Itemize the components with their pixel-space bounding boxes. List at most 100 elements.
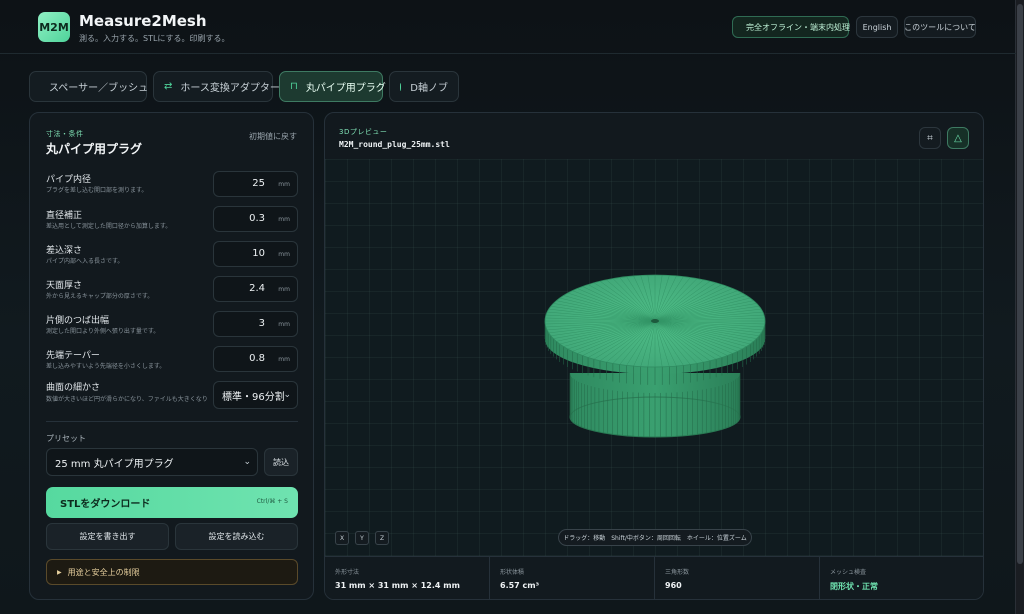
top-thickness-input[interactable]: 2.4 mm: [213, 276, 298, 302]
frame-view-button[interactable]: ⌗: [919, 127, 941, 149]
input-value: 10: [252, 248, 265, 259]
offline-badge: 完全オフライン・端末内処理: [732, 16, 850, 38]
plug-model: [544, 274, 766, 438]
field-help: パイプ内部へ入る長さです。: [46, 258, 124, 265]
tab-d-shaft-knob[interactable]: D軸ノブ: [389, 71, 459, 102]
stat-label: 形状体積: [500, 569, 525, 576]
input-value: 0.8: [249, 353, 265, 364]
tip-taper-input[interactable]: 0.8 mm: [213, 346, 298, 372]
preview-panel: 3Dプレビュー M2M_round_plug_25mm.stl ⌗ △ X Y …: [324, 112, 984, 600]
plug-icon: ⊓: [290, 81, 298, 92]
offline-badge-label: 完全オフライン・端末内処理: [746, 22, 850, 32]
input-unit: mm: [278, 286, 290, 293]
pipe-inner-diameter-input[interactable]: 25 mm: [213, 171, 298, 197]
chevron-down-icon: ⌄: [243, 457, 251, 467]
input-value: 25: [252, 178, 265, 189]
controls-hint: ドラッグ：移動 Shift/中ボタン：周回回転 ホイール：位置ズーム: [558, 529, 752, 546]
safety-notice-toggle[interactable]: ▶ 用途と安全上の制限: [46, 559, 298, 585]
tab-label: スペーサー／ブッシュ: [49, 83, 149, 94]
stat-dimensions: 外形寸法 31 mm × 31 mm × 12.4 mm: [325, 557, 490, 599]
plug-flange: [544, 274, 766, 385]
about-button[interactable]: このツールについて: [904, 16, 976, 38]
preview-eyebrow: 3Dプレビュー: [339, 128, 388, 136]
reset-button[interactable]: 初期値に戻す: [249, 131, 297, 142]
axis-x-button[interactable]: X: [335, 531, 349, 545]
load-preset-button[interactable]: 読込: [264, 448, 298, 476]
axis-y-button[interactable]: Y: [355, 531, 369, 545]
3d-viewport[interactable]: [325, 159, 983, 556]
field-label-top-thickness: 天面厚さ: [46, 281, 83, 291]
insert-depth-input[interactable]: 10 mm: [213, 241, 298, 267]
input-unit: mm: [278, 251, 290, 258]
scrollbar-thumb[interactable]: [1017, 4, 1023, 564]
field-label-tip-taper: 先端テーパー: [46, 351, 100, 361]
preset-label: プリセット: [46, 434, 86, 443]
input-value: 2.4: [249, 283, 265, 294]
field-label-pipe-inner-diameter: パイプ内径: [46, 175, 92, 185]
field-help: 差し込みやすいよう先端径を小さくします。: [46, 363, 166, 370]
field-label-smoothness: 曲面の細かさ: [46, 383, 101, 393]
section-eyebrow: 寸法・条件: [46, 130, 84, 138]
notice-label: 用途と安全上の制限: [67, 567, 140, 577]
export-settings-button[interactable]: 設定を書き出す: [46, 523, 169, 550]
input-value: 0.3: [249, 213, 265, 224]
field-help: プラグを差し込む開口部を測ります。: [46, 187, 148, 194]
select-value: 標準・96分割: [222, 391, 285, 403]
tab-label: D軸ノブ: [410, 83, 448, 94]
triangle-mesh-icon: △: [954, 132, 962, 144]
stat-triangles: 三角形数 960: [655, 557, 820, 599]
download-label: STLをダウンロード: [60, 499, 151, 510]
tab-spacer-bush[interactable]: スペーサー／ブッシュ: [29, 71, 149, 102]
field-label-insert-depth: 差込深さ: [46, 246, 83, 256]
stat-value: 閉形状・正常: [830, 582, 878, 591]
tab-round-pipe-plug[interactable]: ⊓ 丸パイプ用プラグ: [279, 71, 386, 102]
input-value: 3: [258, 318, 265, 329]
import-settings-button[interactable]: 設定を読み込む: [175, 523, 298, 550]
language-button[interactable]: English: [856, 16, 898, 38]
stat-volume: 形状体積 6.57 cm³: [490, 557, 655, 599]
input-unit: mm: [278, 356, 290, 363]
preset-select[interactable]: 25 mm 丸パイプ用プラグ ⌄: [46, 448, 258, 476]
triangle-right-icon: ▶: [57, 568, 62, 576]
stat-value: 960: [665, 581, 682, 590]
file-name: M2M_round_plug_25mm.stl: [339, 140, 450, 149]
select-value: 25 mm 丸パイプ用プラグ: [55, 458, 174, 470]
app-header: M2M Measure2Mesh 測る。入力する。STLにする。印刷する。 完全…: [0, 0, 1016, 54]
field-label-diameter-offset: 直径補正: [46, 211, 83, 221]
app-title: Measure2Mesh: [79, 12, 207, 30]
stat-mesh-check: メッシュ検査 閉形状・正常: [820, 557, 983, 599]
stat-label: 外形寸法: [335, 569, 360, 576]
stat-value: 6.57 cm³: [500, 581, 540, 590]
tab-label: ホース変換アダプター: [180, 83, 280, 94]
crop-frame-icon: ⌗: [927, 132, 933, 144]
field-help: 測定した開口より外側へ張り出す量です。: [46, 328, 160, 335]
input-unit: mm: [278, 216, 290, 223]
app-subtitle: 測る。入力する。STLにする。印刷する。: [79, 34, 230, 43]
divider: [46, 421, 298, 422]
stat-label: メッシュ検査: [830, 569, 867, 576]
circle-icon: [400, 82, 402, 91]
stat-label: 三角形数: [665, 569, 690, 576]
axis-z-button[interactable]: Z: [375, 531, 389, 545]
chevron-down-icon: ⌄: [283, 390, 291, 400]
parameters-panel: 寸法・条件 丸パイプ用プラグ 初期値に戻す パイプ内径 プラグを差し込む開口部を…: [29, 112, 314, 600]
stat-value: 31 mm × 31 mm × 12.4 mm: [335, 581, 460, 590]
panel-title: 丸パイプ用プラグ: [46, 142, 143, 156]
field-help: 差込用として測定した開口径から加算します。: [46, 223, 172, 230]
flange-width-input[interactable]: 3 mm: [213, 311, 298, 337]
app-window: M2M Measure2Mesh 測る。入力する。STLにする。印刷する。 完全…: [0, 0, 1016, 614]
shortcut-hint: Ctrl/⌘ + S: [256, 498, 288, 505]
wireframe-toggle-button[interactable]: △: [947, 127, 969, 149]
field-label-flange-width: 片側のつば出幅: [46, 316, 110, 326]
smoothness-select[interactable]: 標準・96分割 ⌄: [213, 381, 298, 409]
diameter-offset-input[interactable]: 0.3 mm: [213, 206, 298, 232]
mesh-stats-bar: 外形寸法 31 mm × 31 mm × 12.4 mm 形状体積 6.57 c…: [325, 556, 983, 599]
tab-hose-adapter[interactable]: ⇄ ホース変換アダプター: [153, 71, 280, 102]
download-stl-button[interactable]: STLをダウンロード Ctrl/⌘ + S: [46, 487, 298, 518]
input-unit: mm: [278, 321, 290, 328]
tab-label: 丸パイプ用プラグ: [305, 83, 386, 94]
field-help: 数値が大きいほど円が滑らかになり、ファイルも大きくなります。: [46, 396, 208, 403]
swap-arrows-icon: ⇄: [164, 81, 173, 92]
app-logo: M2M: [38, 12, 70, 42]
page-scrollbar[interactable]: [1016, 0, 1024, 614]
